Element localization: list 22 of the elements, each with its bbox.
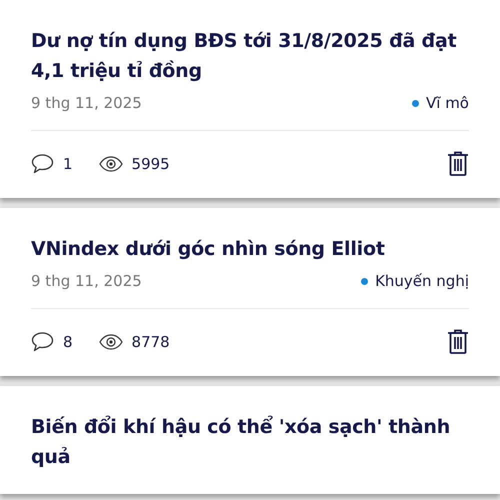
view-count: 8778	[132, 332, 170, 350]
eye-icon	[98, 334, 123, 350]
delete-button[interactable]	[447, 329, 469, 354]
post-date: 9 thg 11, 2025	[31, 272, 142, 290]
post-card[interactable]: Biến đổi khí hậu có thể 'xóa sạch' thành quả	[0, 386, 500, 494]
category-label: Vĩ mô	[426, 94, 469, 112]
trash-icon	[447, 151, 469, 176]
delete-button[interactable]	[447, 151, 469, 176]
comment-count: 1	[63, 154, 73, 172]
post-card[interactable]: Dư nợ tín dụng BĐS tới 31/8/2025 đã đạt 4,1 triệu tỉ đồng 9 thg 11, 2025 Vĩ mô 1 5995	[0, 0, 500, 198]
post-title: VNindex dưới góc nhìn sóng Elliot	[31, 237, 386, 262]
comment-icon	[31, 153, 54, 174]
comment-count: 8	[63, 332, 73, 350]
post-card[interactable]: VNindex dưới góc nhìn sóng Elliot 9 thg 11, 2025 Khuyến nghị 8 8778	[0, 208, 500, 376]
comment-icon	[31, 331, 54, 352]
trash-icon	[447, 329, 469, 354]
post-title: Biến đổi khí hậu có thể 'xóa sạch' thành quả	[31, 414, 452, 470]
post-date: 9 thg 11, 2025	[31, 94, 142, 112]
post-title: Dư nợ tín dụng BĐS tới 31/8/2025 đã đạt 4,1 triệu tỉ đồng	[31, 29, 458, 84]
category-label: Khuyến nghị	[375, 272, 469, 290]
eye-icon	[98, 156, 123, 172]
view-count: 5995	[132, 154, 170, 172]
